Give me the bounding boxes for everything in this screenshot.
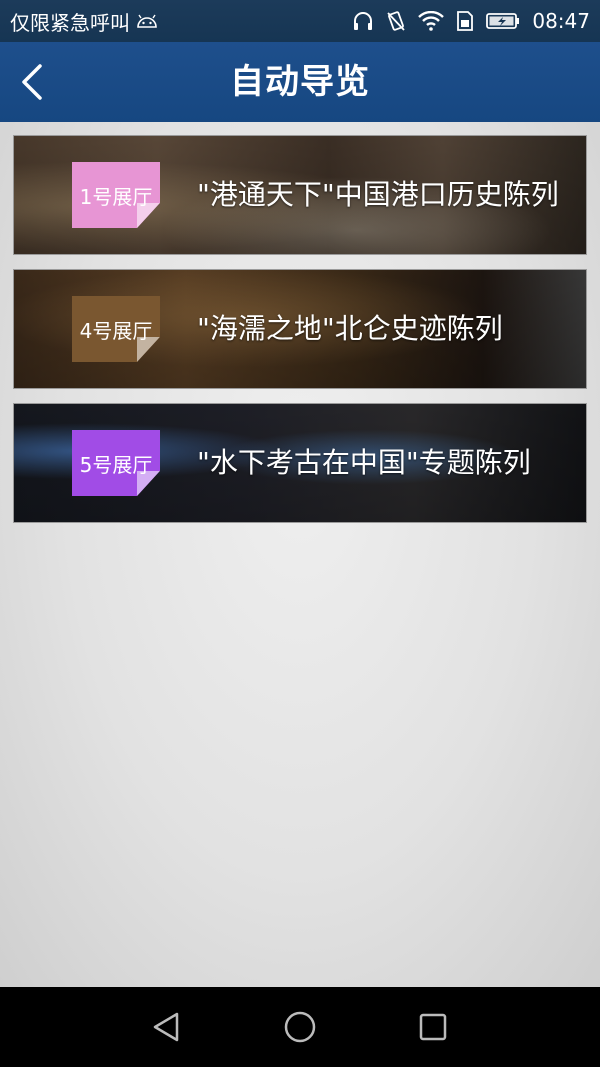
recents-square-icon [419,1013,447,1041]
carrier-text: 仅限紧急呼叫 [10,10,130,35]
page-title: 自动导览 [230,62,370,102]
title-bar: 自动导览 [0,42,600,122]
battery-charging-icon [486,12,520,30]
hall-list: 1号展厅 "港通天下"中国港口历史陈列 4号展厅 "海濡之地"北仑史迹陈列 5号… [13,135,587,537]
hall-card-5[interactable]: 5号展厅 "水下考古在中国"专题陈列 [13,403,587,523]
status-bar: 仅限紧急呼叫 08:47 [0,0,600,42]
nav-recents-button[interactable] [413,1007,453,1047]
nav-back-button[interactable] [146,1007,186,1047]
wifi-icon [418,11,445,31]
vibrate-icon [386,10,406,32]
system-nav-bar [0,987,600,1067]
back-triangle-icon [153,1012,179,1042]
hall-card-4[interactable]: 4号展厅 "海濡之地"北仑史迹陈列 [13,269,587,389]
main-content: 1号展厅 "港通天下"中国港口历史陈列 4号展厅 "海濡之地"北仑史迹陈列 5号… [0,122,600,987]
hall-title: "水下考古在中国"专题陈列 [197,446,531,479]
headphones-icon [352,11,374,31]
android-icon [136,9,158,33]
hall-title: "海濡之地"北仑史迹陈列 [197,312,503,345]
clock-time: 08:47 [532,9,590,33]
status-left: 仅限紧急呼叫 [10,7,352,36]
home-circle-icon [284,1011,316,1043]
hall-card-1[interactable]: 1号展厅 "港通天下"中国港口历史陈列 [13,135,587,255]
sim-icon [456,11,474,31]
status-right: 08:47 [352,9,590,33]
nav-home-button[interactable] [280,1007,320,1047]
hall-title: "港通天下"中国港口历史陈列 [197,178,559,211]
